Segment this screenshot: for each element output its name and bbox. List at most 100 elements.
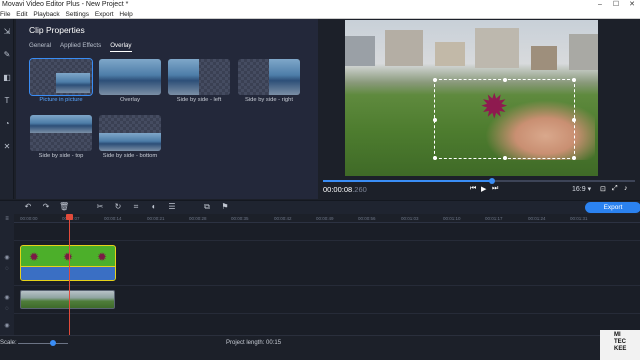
status-bar (0, 335, 640, 360)
clip-properties-icon[interactable]: ☰ (167, 202, 177, 212)
close-button[interactable]: ✕ (624, 0, 640, 10)
import-icon[interactable]: ⇲ (2, 27, 12, 37)
ruler-tick: 00:00:00 (20, 216, 38, 221)
overlay-option-label: Side by side - right (244, 97, 293, 103)
ruler-tick: 00:01:03 (401, 216, 419, 221)
undo-icon[interactable]: ↶ (23, 202, 33, 212)
overlay-option-side-right[interactable] (238, 59, 300, 95)
resize-handle[interactable] (433, 78, 437, 82)
project-length: Project length: 00:15 (226, 340, 282, 346)
track-settings-icon[interactable]: ≡ (3, 216, 11, 222)
menu-playback[interactable]: Playback (33, 10, 59, 19)
tab-overlay[interactable]: Overlay (110, 42, 132, 52)
overlay-option-side-top[interactable] (30, 115, 92, 151)
overlay-option-side-bottom[interactable] (99, 115, 161, 151)
overlay-option-picture-in-picture[interactable] (29, 58, 93, 96)
magic-wand-icon[interactable]: ✎ (2, 50, 12, 60)
playback-timecode: 00:00:08.260 (323, 185, 367, 194)
ruler-tick: 00:01:17 (485, 216, 503, 221)
window-title: Movavi Video Editor Plus - New Project * (2, 1, 129, 8)
tab-general[interactable]: General (29, 42, 51, 52)
previous-frame-button[interactable]: ⏮ (470, 185, 476, 193)
resize-handle[interactable] (503, 78, 507, 82)
color-adjust-icon[interactable]: ◐ (149, 202, 159, 212)
menu-bar: File Edit Playback Settings Export Help (0, 10, 640, 19)
export-button[interactable]: Export (585, 202, 640, 213)
ruler-tick: 00:00:56 (358, 216, 376, 221)
track-divider (14, 313, 640, 314)
crop-icon[interactable]: ⌗ (131, 202, 141, 212)
resize-handle[interactable] (572, 156, 576, 160)
resize-handle[interactable] (572, 118, 576, 122)
tool-rail: ⇲ ✎ ◧ T ◔ ✕ (0, 19, 14, 199)
overlay-option-label: Picture in picture (39, 97, 83, 103)
window-controls: – ☐ ✕ (592, 0, 640, 10)
rotate-icon[interactable]: ↻ (113, 202, 123, 212)
maximize-button[interactable]: ☐ (608, 0, 624, 10)
titles-icon[interactable]: T (2, 96, 12, 106)
menu-help[interactable]: Help (119, 10, 132, 19)
menu-file[interactable]: File (0, 10, 10, 19)
snapshot-icon[interactable]: ⊡ (600, 185, 606, 193)
ruler-tick: 00:00:21 (147, 216, 165, 221)
track-divider (14, 240, 640, 241)
mute-icon[interactable]: ◌ (3, 266, 11, 272)
mute-icon[interactable]: ◌ (3, 306, 11, 312)
playhead[interactable] (69, 214, 70, 335)
ruler-tick: 00:00:35 (231, 216, 249, 221)
ruler-tick: 00:00:49 (316, 216, 334, 221)
resize-handle[interactable] (433, 118, 437, 122)
ruler-tick: 00:00:42 (274, 216, 292, 221)
volume-icon[interactable]: ♪ (624, 185, 628, 192)
overlay-option-label: Side by side - bottom (102, 153, 158, 159)
overlay-option-label: Overlay (120, 97, 140, 103)
redo-icon[interactable]: ↷ (41, 202, 51, 212)
panel-tabs: General Applied Effects Overlay (29, 42, 132, 52)
seekbar-knob[interactable] (489, 178, 495, 184)
fullscreen-icon[interactable]: ⤢ (612, 185, 618, 193)
ruler-tick: 00:01:31 (570, 216, 588, 221)
next-frame-button[interactable]: ⏭ (492, 185, 498, 193)
more-tools-icon[interactable]: ✕ (2, 142, 12, 152)
visibility-icon[interactable]: ◉ (3, 322, 11, 329)
visibility-icon[interactable]: ◉ (3, 254, 11, 261)
scale-slider-knob[interactable] (50, 340, 56, 346)
main-video-clip[interactable] (20, 290, 115, 309)
ruler-tick: 00:00:14 (104, 216, 122, 221)
split-icon[interactable]: ✂ (95, 202, 105, 212)
menu-edit[interactable]: Edit (16, 10, 27, 19)
track-divider (14, 285, 640, 286)
play-button[interactable]: ▶ (481, 185, 486, 193)
overlay-clip[interactable]: ✹ ✹ ✹ (20, 245, 116, 281)
overlay-option-side-left[interactable] (168, 59, 230, 95)
menu-settings[interactable]: Settings (66, 10, 90, 19)
clip-frame-icon: ✹ (97, 250, 108, 264)
overlay-option-label: Side by side - left (176, 97, 222, 103)
playback-seekbar[interactable] (323, 180, 635, 182)
transitions-icon[interactable]: ◧ (2, 73, 12, 83)
overlay-option-overlay[interactable] (99, 59, 161, 95)
seekbar-progress (323, 180, 492, 182)
resize-handle[interactable] (572, 78, 576, 82)
delete-icon[interactable]: 🗑 (59, 202, 69, 212)
scale-slider[interactable] (18, 343, 68, 344)
marker-flag-icon[interactable]: ⚑ (220, 202, 230, 212)
window-titlebar: Movavi Video Editor Plus - New Project *… (0, 0, 640, 10)
ruler-tick: 00:01:10 (443, 216, 461, 221)
clip-properties-panel: Clip Properties General Applied Effects … (16, 19, 318, 199)
minimize-button[interactable]: – (592, 0, 608, 10)
ruler-tick: 00:01:24 (528, 216, 546, 221)
clip-frame-icon: ✹ (29, 250, 40, 264)
overlay-selection-box[interactable] (433, 78, 576, 160)
overlay-icon[interactable]: ⧉ (202, 202, 212, 212)
aspect-ratio-select[interactable]: 16:9 ▾ (572, 185, 591, 193)
stickers-icon[interactable]: ◔ (2, 119, 12, 129)
resize-handle[interactable] (503, 156, 507, 160)
menu-export[interactable]: Export (95, 10, 114, 19)
panel-title: Clip Properties (29, 25, 85, 35)
tab-applied-effects[interactable]: Applied Effects (60, 42, 101, 52)
overlay-option-label: Side by side - top (38, 153, 84, 159)
visibility-icon[interactable]: ◉ (3, 294, 11, 301)
resize-handle[interactable] (433, 156, 437, 160)
track-controls: ≡ ◉ ◌ ◉ ◌ ◉ (0, 214, 14, 335)
